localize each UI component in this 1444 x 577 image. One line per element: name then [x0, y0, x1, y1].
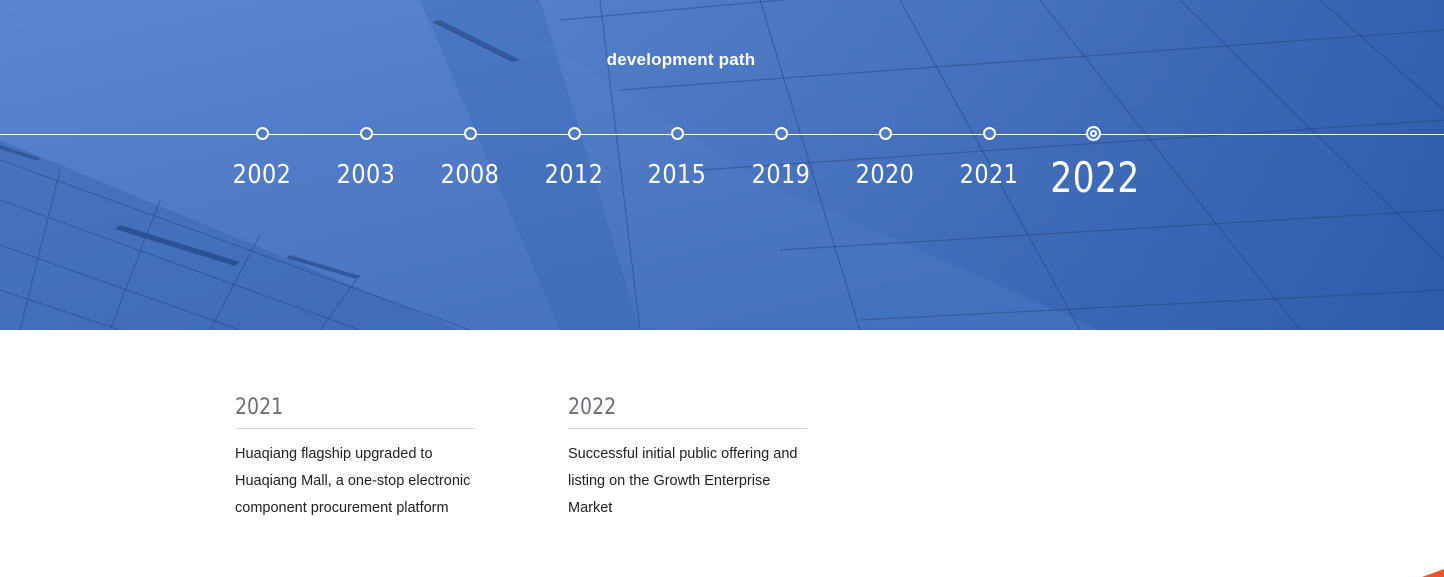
timeline-year: 2002	[232, 160, 292, 190]
timeline-dot-icon	[255, 127, 269, 140]
timeline-year: 2015	[647, 160, 707, 190]
timeline-year: 2020	[855, 160, 915, 190]
timeline-item-2020[interactable]: 2020	[833, 127, 937, 190]
timeline-item-2008[interactable]: 2008	[418, 127, 522, 190]
event-card-2022: 2022 Successful initial public offering …	[568, 395, 808, 522]
timeline-dot-active-icon	[1085, 126, 1101, 141]
event-card-2021: 2021 Huaqiang flagship upgraded to Huaqi…	[235, 395, 475, 522]
timeline-item-2002[interactable]: 2002	[210, 127, 314, 190]
timeline-year: 2003	[336, 160, 396, 190]
timeline-item-2022[interactable]: 2022	[1041, 126, 1145, 202]
event-description: Huaqiang flagship upgraded to Huaqiang M…	[235, 446, 471, 516]
event-description: Successful initial public offering and l…	[568, 446, 798, 516]
timeline-item-2012[interactable]: 2012	[522, 127, 626, 190]
timeline-dot-icon	[463, 127, 477, 140]
timeline-year: 2019	[751, 160, 811, 190]
timeline-dot-icon	[567, 127, 581, 140]
timeline-year: 2012	[544, 160, 604, 190]
event-year: 2022	[568, 395, 808, 429]
timeline-dot-icon	[774, 127, 788, 140]
timeline-item-2015[interactable]: 2015	[625, 127, 729, 190]
timeline-item-2021[interactable]: 2021	[937, 127, 1041, 190]
timeline-dot-icon	[982, 127, 996, 140]
hero-banner: development path 2002 2003 2008 2012 201…	[0, 0, 1444, 330]
event-year: 2021	[235, 395, 475, 429]
timeline-dot-icon	[670, 127, 684, 140]
timeline-dot-icon	[878, 127, 892, 140]
timeline-item-2019[interactable]: 2019	[729, 127, 833, 190]
timeline-year: 2008	[440, 160, 500, 190]
timeline-year-active: 2022	[1050, 153, 1140, 202]
timeline-year: 2021	[959, 160, 1019, 190]
corner-accent-decoration	[1422, 569, 1444, 577]
timeline-dot-icon	[359, 127, 373, 140]
timeline-item-2003[interactable]: 2003	[314, 127, 418, 190]
section-title: development path	[606, 50, 756, 69]
